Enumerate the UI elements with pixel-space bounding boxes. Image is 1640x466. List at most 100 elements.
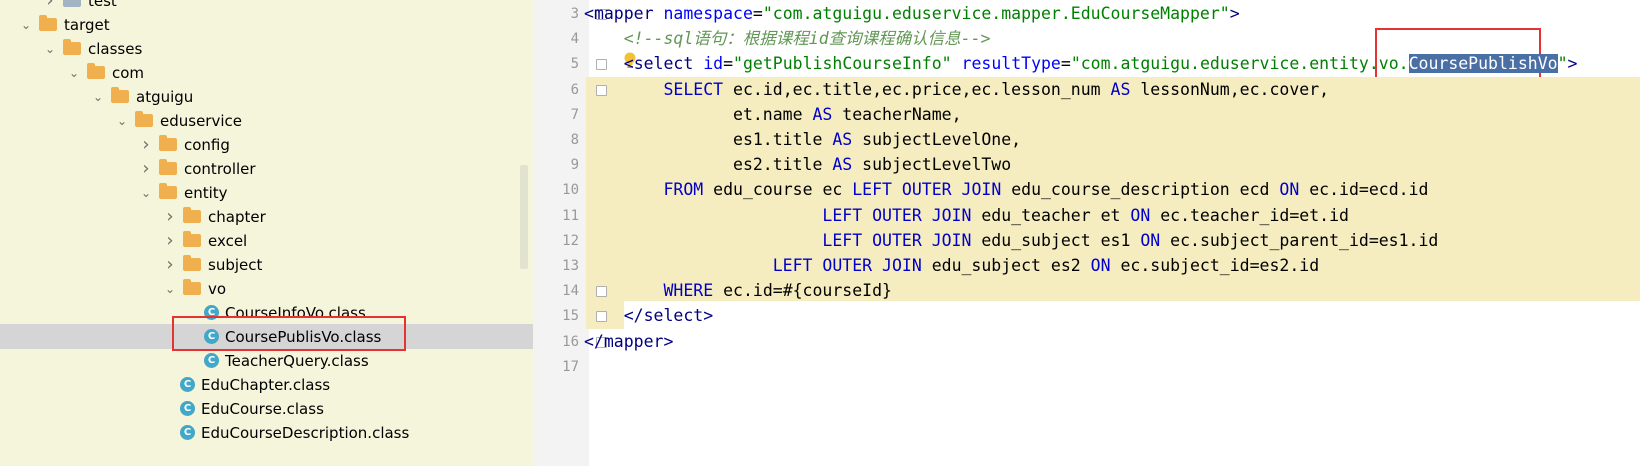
tree-item-label: EduCourseDescription.class [201, 423, 410, 442]
chevron-down-icon[interactable]: ⌄ [90, 90, 106, 104]
chevron-right-icon[interactable]: › [162, 230, 178, 251]
folder-icon [87, 63, 105, 79]
annotation-box-tree-item [172, 316, 406, 351]
code-line[interactable]: WHERE ec.id=#{courseId} [584, 278, 891, 304]
line-number: 3 [570, 6, 579, 22]
folder-icon [135, 111, 153, 127]
code-token: AS [832, 155, 853, 175]
code-token: = [723, 54, 734, 74]
code-line[interactable]: es2.title AS subjectLevelTwo [584, 152, 1011, 178]
code-token: AS [832, 130, 853, 149]
tree-item-educoursedescription-class[interactable]: C EduCourseDescription.class [0, 420, 533, 445]
code-token: id [703, 54, 724, 74]
line-number: 11 [562, 207, 579, 224]
folder-icon [159, 135, 177, 151]
code-line[interactable]: SELECT ec.id,ec.title,ec.price,ec.lesson… [584, 77, 1329, 103]
tree-item-label: test [88, 0, 117, 10]
code-line[interactable]: FROM edu_course ec LEFT OUTER JOIN edu_c… [584, 177, 1428, 203]
chevron-right-icon[interactable]: › [138, 158, 154, 179]
tree-item-excel[interactable]: › excel [0, 228, 533, 253]
code-token: " [1557, 54, 1568, 74]
tree-item-classes[interactable]: ⌄ classes [0, 36, 533, 61]
chevron-right-icon[interactable]: › [42, 0, 58, 11]
chevron-down-icon[interactable]: ⌄ [114, 114, 130, 128]
tree-item-label: excel [208, 231, 248, 250]
line-number: 10 [562, 182, 579, 199]
code-line[interactable]: <!--sql语句：根据课程id查询课程确认信息--> [584, 26, 991, 52]
tree-item-label: controller [184, 159, 256, 178]
tree-item-chapter[interactable]: › chapter [0, 204, 533, 229]
chevron-down-icon[interactable]: ⌄ [66, 66, 82, 80]
chevron-right-icon[interactable]: › [162, 254, 178, 275]
project-tree-panel[interactable]: › test ⌄ target ⌄ classes ⌄ com ⌄ atguigu ⌄ eduserv… [0, 0, 533, 466]
line-number: 8 [570, 132, 579, 148]
tree-item-config[interactable]: › config [0, 132, 533, 157]
code-line[interactable]: LEFT OUTER JOIN edu_subject es1 ON ec.su… [584, 228, 1438, 254]
tree-item-entity[interactable]: ⌄ entity [0, 180, 533, 205]
code-token: SELECT [663, 79, 724, 99]
tree-item-controller[interactable]: › controller [0, 156, 533, 181]
tree-item-educourse-class[interactable]: C EduCourse.class [0, 396, 533, 421]
code-token: > [1229, 4, 1240, 23]
tree-item-com[interactable]: ⌄ com [0, 60, 533, 85]
code-line[interactable]: LEFT OUTER JOIN edu_teacher et ON ec.tea… [584, 203, 1349, 229]
chevron-down-icon[interactable]: ⌄ [162, 282, 178, 296]
code-token: namespace [663, 4, 753, 23]
code-token: <!--sql语句：根据课程id查询课程确认信息--> [623, 29, 991, 49]
code-token: LEFT OUTER JOIN [822, 205, 972, 225]
class-file-icon: C [204, 353, 219, 368]
code-token: edu_course_description ecd [1001, 180, 1280, 200]
code-token: ec.id,ec.title,ec.price,ec.lesson_num [723, 79, 1111, 99]
tree-scrollbar[interactable] [520, 165, 528, 269]
line-number: 6 [570, 81, 579, 98]
code-line[interactable]: </mapper> [584, 329, 673, 355]
code-line[interactable]: <mapper namespace="com.atguigu.eduservic… [584, 1, 1240, 27]
line-number: 9 [570, 157, 579, 174]
tree-item-vo[interactable]: ⌄ vo [0, 276, 533, 301]
code-token: LEFT OUTER JOIN [852, 180, 1002, 200]
tree-item-subject[interactable]: › subject [0, 252, 533, 277]
code-token: AS [812, 104, 833, 124]
chevron-down-icon[interactable]: ⌄ [138, 186, 154, 200]
tree-item-label: TeacherQuery.class [225, 351, 369, 370]
code-token: ec.id=ecd.id [1299, 180, 1429, 200]
tree-item-target[interactable]: ⌄ target [0, 12, 533, 37]
code-token: < [623, 54, 634, 74]
code-line[interactable]: <select id="getPublishCourseInfo" result… [584, 51, 1577, 77]
code-token: CoursePublishVo [1408, 54, 1558, 74]
code-token: mapper [603, 331, 664, 351]
chevron-down-icon[interactable]: ⌄ [42, 42, 58, 56]
code-token: = [1060, 54, 1071, 74]
code-token: "com.atguigu.eduservice.entity.vo. [1070, 54, 1409, 74]
code-line[interactable]: et.name AS teacherName, [584, 102, 962, 128]
tree-item-label: subject [208, 255, 263, 274]
tree-item-atguigu[interactable]: ⌄ atguigu [0, 84, 533, 109]
line-number: 15 [562, 308, 579, 325]
tree-item-eduservice[interactable]: ⌄ eduservice [0, 108, 533, 133]
code-token: AS [1110, 79, 1131, 99]
code-token: es2.title [584, 155, 833, 175]
code-token: ON [1279, 180, 1300, 200]
code-line[interactable]: </select> [584, 303, 713, 329]
code-token: resultType [961, 54, 1061, 74]
code-token: teacherName, [832, 104, 962, 124]
code-line[interactable]: es1.title AS subjectLevelOne, [584, 127, 1021, 153]
code-token: WHERE [663, 281, 714, 301]
chevron-right-icon[interactable]: › [138, 134, 154, 155]
code-token: es1.title [584, 130, 833, 149]
code-token: FROM [663, 180, 704, 200]
tree-item-educhapter-class[interactable]: C EduChapter.class [0, 372, 533, 397]
tree-item-teacherquery-class[interactable]: C TeacherQuery.class [0, 348, 533, 373]
chevron-right-icon[interactable]: › [162, 206, 178, 227]
folder-icon [63, 39, 81, 55]
line-number: 14 [562, 283, 579, 300]
chevron-down-icon[interactable]: ⌄ [18, 18, 34, 32]
tree-item-label: atguigu [136, 87, 194, 106]
code-line[interactable]: LEFT OUTER JOIN edu_subject es2 ON ec.su… [584, 253, 1319, 279]
